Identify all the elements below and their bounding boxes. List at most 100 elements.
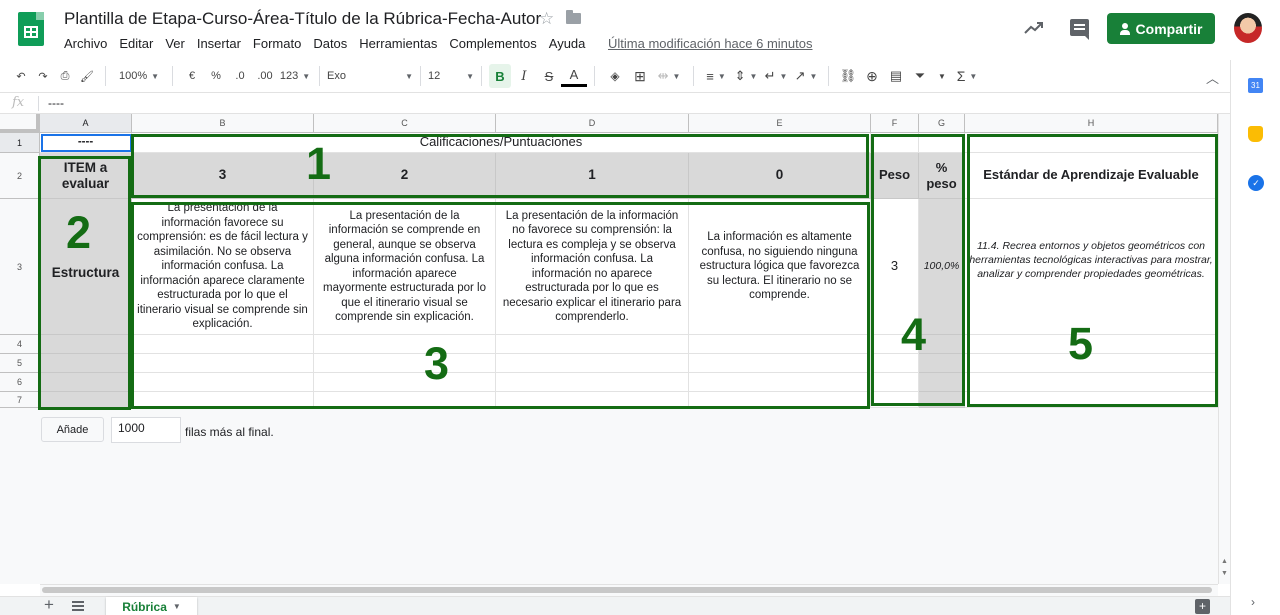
last-edit-link[interactable]: Última modificación hace 6 minutos xyxy=(608,36,812,51)
folder-icon[interactable] xyxy=(566,10,581,24)
explore-icon[interactable]: + xyxy=(1195,599,1210,614)
functions-icon[interactable]: Σ ▼ xyxy=(952,64,982,88)
annotation-number-4: 4 xyxy=(901,309,927,360)
add-sheet-icon[interactable]: + xyxy=(44,595,54,615)
menu-datos[interactable]: Datos xyxy=(307,35,353,52)
menu-herramientas[interactable]: Herramientas xyxy=(353,35,443,52)
font-select[interactable]: Exo ▼ xyxy=(327,64,413,88)
filter-views-icon[interactable]: ▼ xyxy=(932,64,952,88)
redo-icon[interactable]: ↷ xyxy=(32,64,54,88)
vertical-scrollbar[interactable]: ▲ ▼ xyxy=(1218,114,1230,584)
person-icon xyxy=(1119,22,1130,35)
tasks-icon[interactable]: ✓ xyxy=(1248,175,1264,191)
sheet-tab-rubrica[interactable]: Rúbrica ▼ xyxy=(106,597,197,615)
annotation-box-1 xyxy=(131,134,869,198)
col-header-c[interactable]: C xyxy=(314,114,496,133)
chevron-down-icon: ▼ xyxy=(302,71,311,81)
formula-input[interactable]: ---- xyxy=(48,96,64,110)
link-icon[interactable]: ⛓ xyxy=(836,64,860,88)
font-size-value: 12 xyxy=(428,70,441,82)
add-rows-label: filas más al final. xyxy=(185,425,274,439)
add-rows-button[interactable]: Añade xyxy=(41,417,104,442)
menu-ver[interactable]: Ver xyxy=(159,35,191,52)
document-title[interactable]: Plantilla de Etapa-Curso-Área-Título de … xyxy=(64,9,541,29)
star-icon[interactable]: ☆ xyxy=(539,9,554,29)
decrease-decimals-button[interactable]: .0 xyxy=(228,64,252,88)
add-rows-count-input[interactable]: 1000 xyxy=(111,417,181,443)
vertical-align-icon[interactable]: ⇕ ▼ xyxy=(731,64,761,88)
share-label: Compartir xyxy=(1135,20,1203,37)
sheets-logo-icon[interactable] xyxy=(18,12,44,46)
annotation-box-4 xyxy=(871,134,965,406)
col-header-h[interactable]: H xyxy=(965,114,1218,133)
share-button[interactable]: Compartir xyxy=(1107,13,1215,44)
insert-comment-icon[interactable]: ⊕ xyxy=(860,64,884,88)
strikethrough-button[interactable]: S xyxy=(537,64,561,88)
col-header-e[interactable]: E xyxy=(689,114,871,133)
font-name: Exo xyxy=(327,70,346,82)
menu-insertar[interactable]: Insertar xyxy=(191,35,247,52)
increase-decimals-button[interactable]: .00 xyxy=(252,64,278,88)
row-header-4[interactable]: 4 xyxy=(0,335,40,354)
activity-trend-icon[interactable] xyxy=(1023,18,1045,38)
filter-icon[interactable]: ⏷ xyxy=(908,64,932,88)
fill-color-icon[interactable]: ◈ xyxy=(602,64,628,88)
chevron-down-icon: ▼ xyxy=(405,71,413,81)
menu-complementos[interactable]: Complementos xyxy=(443,35,542,52)
select-all-corner[interactable] xyxy=(0,114,40,133)
insert-chart-icon[interactable]: ▤ xyxy=(884,64,908,88)
toolbar-divider xyxy=(420,66,421,86)
formula-divider xyxy=(38,96,39,111)
col-header-f[interactable]: F xyxy=(871,114,919,133)
side-panel-toggle-icon[interactable]: › xyxy=(1251,595,1255,609)
menu-formato[interactable]: Formato xyxy=(247,35,307,52)
chevron-down-icon: ▼ xyxy=(151,71,160,81)
row-header-3[interactable]: 3 xyxy=(0,199,40,335)
annotation-number-5: 5 xyxy=(1068,318,1094,369)
col-header-g[interactable]: G xyxy=(919,114,965,133)
undo-icon[interactable]: ↶ xyxy=(10,64,32,88)
print-icon[interactable]: ⎙ xyxy=(54,64,76,88)
menu-editar[interactable]: Editar xyxy=(113,35,159,52)
horizontal-scroll-thumb[interactable] xyxy=(42,587,1212,593)
zoom-select[interactable]: 100% ▼ xyxy=(113,64,165,88)
row-header-2[interactable]: 2 xyxy=(0,153,40,199)
font-size-select[interactable]: 12 ▼ xyxy=(428,64,474,88)
paint-format-icon[interactable]: 🖌 xyxy=(76,64,98,88)
bold-button[interactable]: B xyxy=(489,64,511,88)
chevron-down-icon[interactable]: ▼ xyxy=(173,602,181,611)
user-avatar[interactable] xyxy=(1234,13,1262,43)
col-header-b[interactable]: B xyxy=(132,114,314,133)
more-formats-select[interactable]: 123 ▼ xyxy=(278,64,312,88)
calendar-icon[interactable]: 31 xyxy=(1248,78,1263,93)
collapse-toolbar-icon[interactable]: ︿ xyxy=(1206,68,1219,87)
menu-archivo[interactable]: Archivo xyxy=(58,35,113,52)
menu-ayuda[interactable]: Ayuda xyxy=(543,35,592,52)
toolbar-divider xyxy=(594,66,595,86)
row-header-1[interactable]: 1 xyxy=(0,133,40,153)
row-header-5[interactable]: 5 xyxy=(0,354,40,373)
text-color-button[interactable]: A xyxy=(561,65,587,87)
text-rotation-icon[interactable]: ↗ ▼ xyxy=(791,64,821,88)
row-header-7[interactable]: 7 xyxy=(0,392,40,408)
zoom-value: 100% xyxy=(118,70,148,82)
col-header-a[interactable]: A xyxy=(40,114,132,133)
col-header-d[interactable]: D xyxy=(496,114,689,133)
text-wrap-icon[interactable]: ↵ ▼ xyxy=(761,64,791,88)
empty-sheet-area xyxy=(0,408,1218,584)
percent-button[interactable]: % xyxy=(204,64,228,88)
annotation-number-1: 1 xyxy=(306,138,332,189)
horizontal-align-icon[interactable]: ≡ ▼ xyxy=(701,64,731,88)
all-sheets-menu-icon[interactable] xyxy=(72,601,84,611)
row-header-6[interactable]: 6 xyxy=(0,373,40,392)
comment-icon[interactable] xyxy=(1070,19,1089,40)
chevron-down-icon: ▼ xyxy=(466,71,474,81)
scroll-down-icon[interactable]: ▼ xyxy=(1221,570,1228,577)
currency-button[interactable]: € xyxy=(180,64,204,88)
keep-notes-icon[interactable] xyxy=(1248,126,1263,142)
scroll-up-icon[interactable]: ▲ xyxy=(1221,558,1228,565)
borders-icon[interactable]: ⊞ xyxy=(628,64,652,88)
merge-cells-icon[interactable]: ⇹ ▼ xyxy=(652,64,686,88)
annotation-box-2 xyxy=(38,156,131,410)
italic-button[interactable]: I xyxy=(511,64,537,88)
